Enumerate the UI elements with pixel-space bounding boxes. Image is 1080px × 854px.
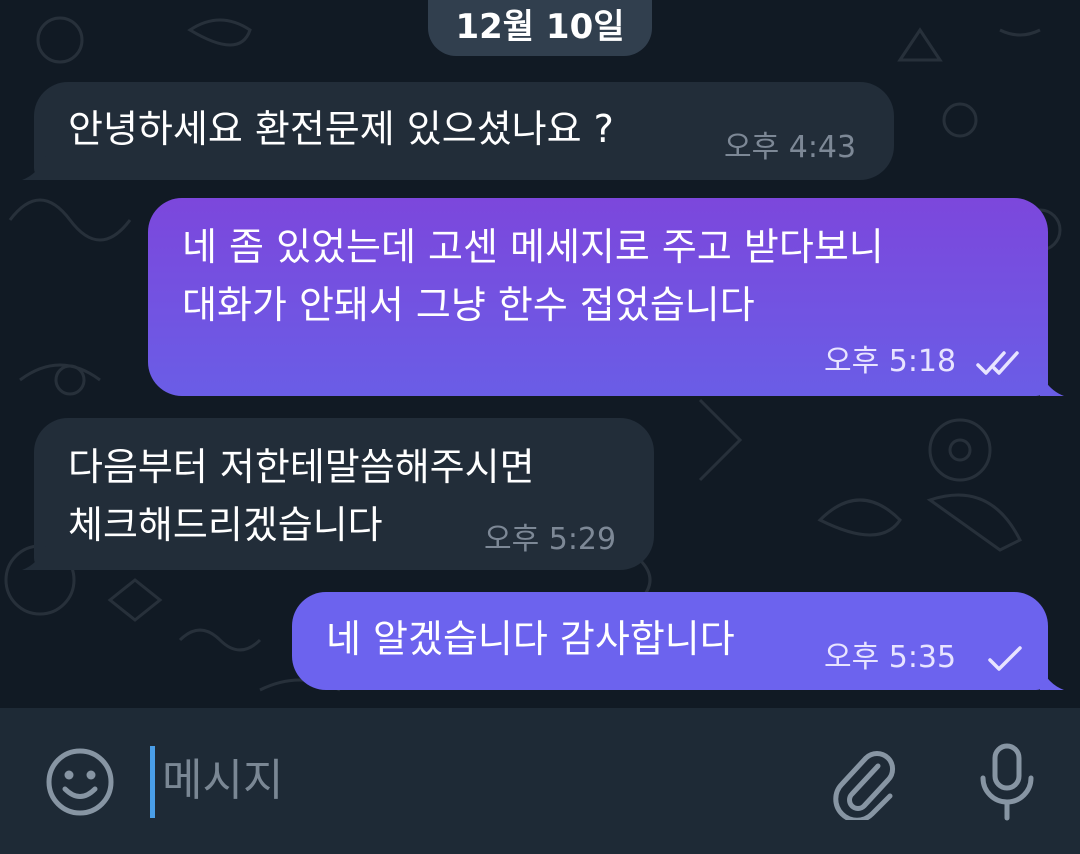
- bubble-tail: [22, 156, 46, 180]
- message-text-line-1: 다음부터 저한테말씀해주시면: [68, 445, 535, 489]
- outgoing-message[interactable]: 네 알겠습니다 감사합니다 오후 5:35: [292, 592, 1048, 690]
- single-check-icon: [988, 646, 1022, 671]
- smiley-icon[interactable]: [44, 746, 116, 818]
- double-check-icon: [976, 351, 1019, 375]
- message-text-line-1: 네 좀 있었는데 고센 메세지로 주고 받다보니: [182, 225, 884, 269]
- bubble-tail: [1040, 372, 1064, 396]
- text-cursor: [150, 746, 155, 818]
- message-time: 오후 4:43: [724, 130, 857, 165]
- message-time: 오후 5:18: [824, 344, 957, 379]
- bubble-tail: [22, 546, 46, 570]
- message-time: 오후 5:29: [484, 522, 617, 557]
- message-time: 오후 5:35: [824, 640, 957, 675]
- outgoing-message[interactable]: 네 좀 있었는데 고센 메세지로 주고 받다보니 대화가 안돼서 그냥 한수 접…: [148, 198, 1048, 396]
- message-text: 안녕하세요 환전문제 있으셨나요 ?: [68, 107, 614, 151]
- bubble-tail: [1040, 666, 1064, 690]
- microphone-icon[interactable]: [974, 742, 1040, 822]
- message-text: 네 알겠습니다 감사합니다: [326, 617, 735, 661]
- message-composer: 메시지: [0, 708, 1080, 854]
- incoming-message[interactable]: 안녕하세요 환전문제 있으셨나요 ? 오후 4:43: [34, 82, 894, 180]
- chat-area[interactable]: 12월 10일 안녕하세요 환전문제 있으셨나요 ? 오후 4:43 네 좀 있…: [0, 0, 1080, 708]
- message-input[interactable]: 메시지: [162, 748, 283, 814]
- incoming-message[interactable]: 다음부터 저한테말씀해주시면 체크해드리겠습니다 오후 5:29: [34, 418, 654, 570]
- message-text-line-2: 대화가 안돼서 그냥 한수 접었습니다: [182, 283, 755, 327]
- message-text-line-2: 체크해드리겠습니다: [68, 503, 383, 547]
- date-divider: 12월 10일: [428, 0, 652, 56]
- paperclip-icon[interactable]: [830, 744, 900, 820]
